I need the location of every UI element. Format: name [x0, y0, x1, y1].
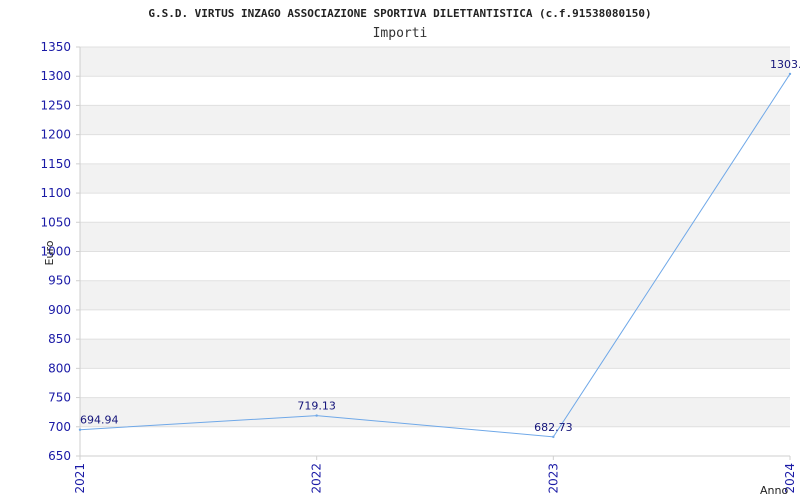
plot-band: [80, 397, 790, 427]
y-tick-label: 950: [48, 274, 71, 288]
data-label: 682.73: [534, 421, 573, 434]
plot-band: [80, 163, 790, 194]
y-tick-label: 1200: [40, 128, 71, 142]
plot-band: [80, 280, 790, 310]
y-tick-label: 850: [48, 332, 71, 346]
data-label: 1303.9: [770, 58, 800, 71]
y-tick-label: 1350: [40, 40, 71, 54]
plot-band: [80, 426, 790, 456]
y-tick-label: 700: [48, 420, 71, 434]
plot-band: [80, 105, 790, 135]
x-tick-label: 2022: [310, 463, 324, 494]
x-tick-label: 2021: [73, 463, 87, 494]
y-tick-label: 650: [48, 449, 71, 463]
plot-band: [80, 134, 790, 164]
y-tick-label: 900: [48, 303, 71, 317]
data-point: [315, 414, 318, 417]
y-tick-label: 750: [48, 391, 71, 405]
data-label: 694.94: [80, 414, 119, 427]
plot-band: [80, 47, 790, 77]
plot-band: [80, 76, 790, 106]
data-point: [78, 428, 82, 431]
plot-band: [80, 339, 790, 369]
y-tick-label: 1050: [40, 215, 71, 229]
y-tick-label: 1150: [40, 157, 71, 171]
plot-band: [80, 251, 790, 281]
y-tick-label: 1250: [40, 98, 71, 112]
plot-band: [80, 193, 790, 223]
data-point: [552, 435, 555, 439]
x-axis-label: Anno: [760, 484, 788, 497]
y-axis-label: Euro: [43, 240, 56, 265]
y-tick-label: 800: [48, 361, 71, 375]
chart-subtitle: Importi: [373, 26, 428, 41]
x-tick-label: 2023: [546, 463, 560, 494]
plot-band: [80, 309, 790, 340]
y-tick-label: 1100: [40, 186, 71, 200]
data-point: [788, 72, 792, 76]
x-axis-ticks: 2021 2022 2023 2024: [73, 456, 797, 494]
data-label: 719.13: [297, 400, 336, 413]
chart-title: G.S.D. VIRTUS INZAGO ASSOCIAZIONE SPORTI…: [148, 7, 651, 20]
plot-band: [80, 368, 790, 398]
y-tick-label: 1300: [40, 69, 71, 83]
line-chart: G.S.D. VIRTUS INZAGO ASSOCIAZIONE SPORTI…: [40, 7, 800, 497]
